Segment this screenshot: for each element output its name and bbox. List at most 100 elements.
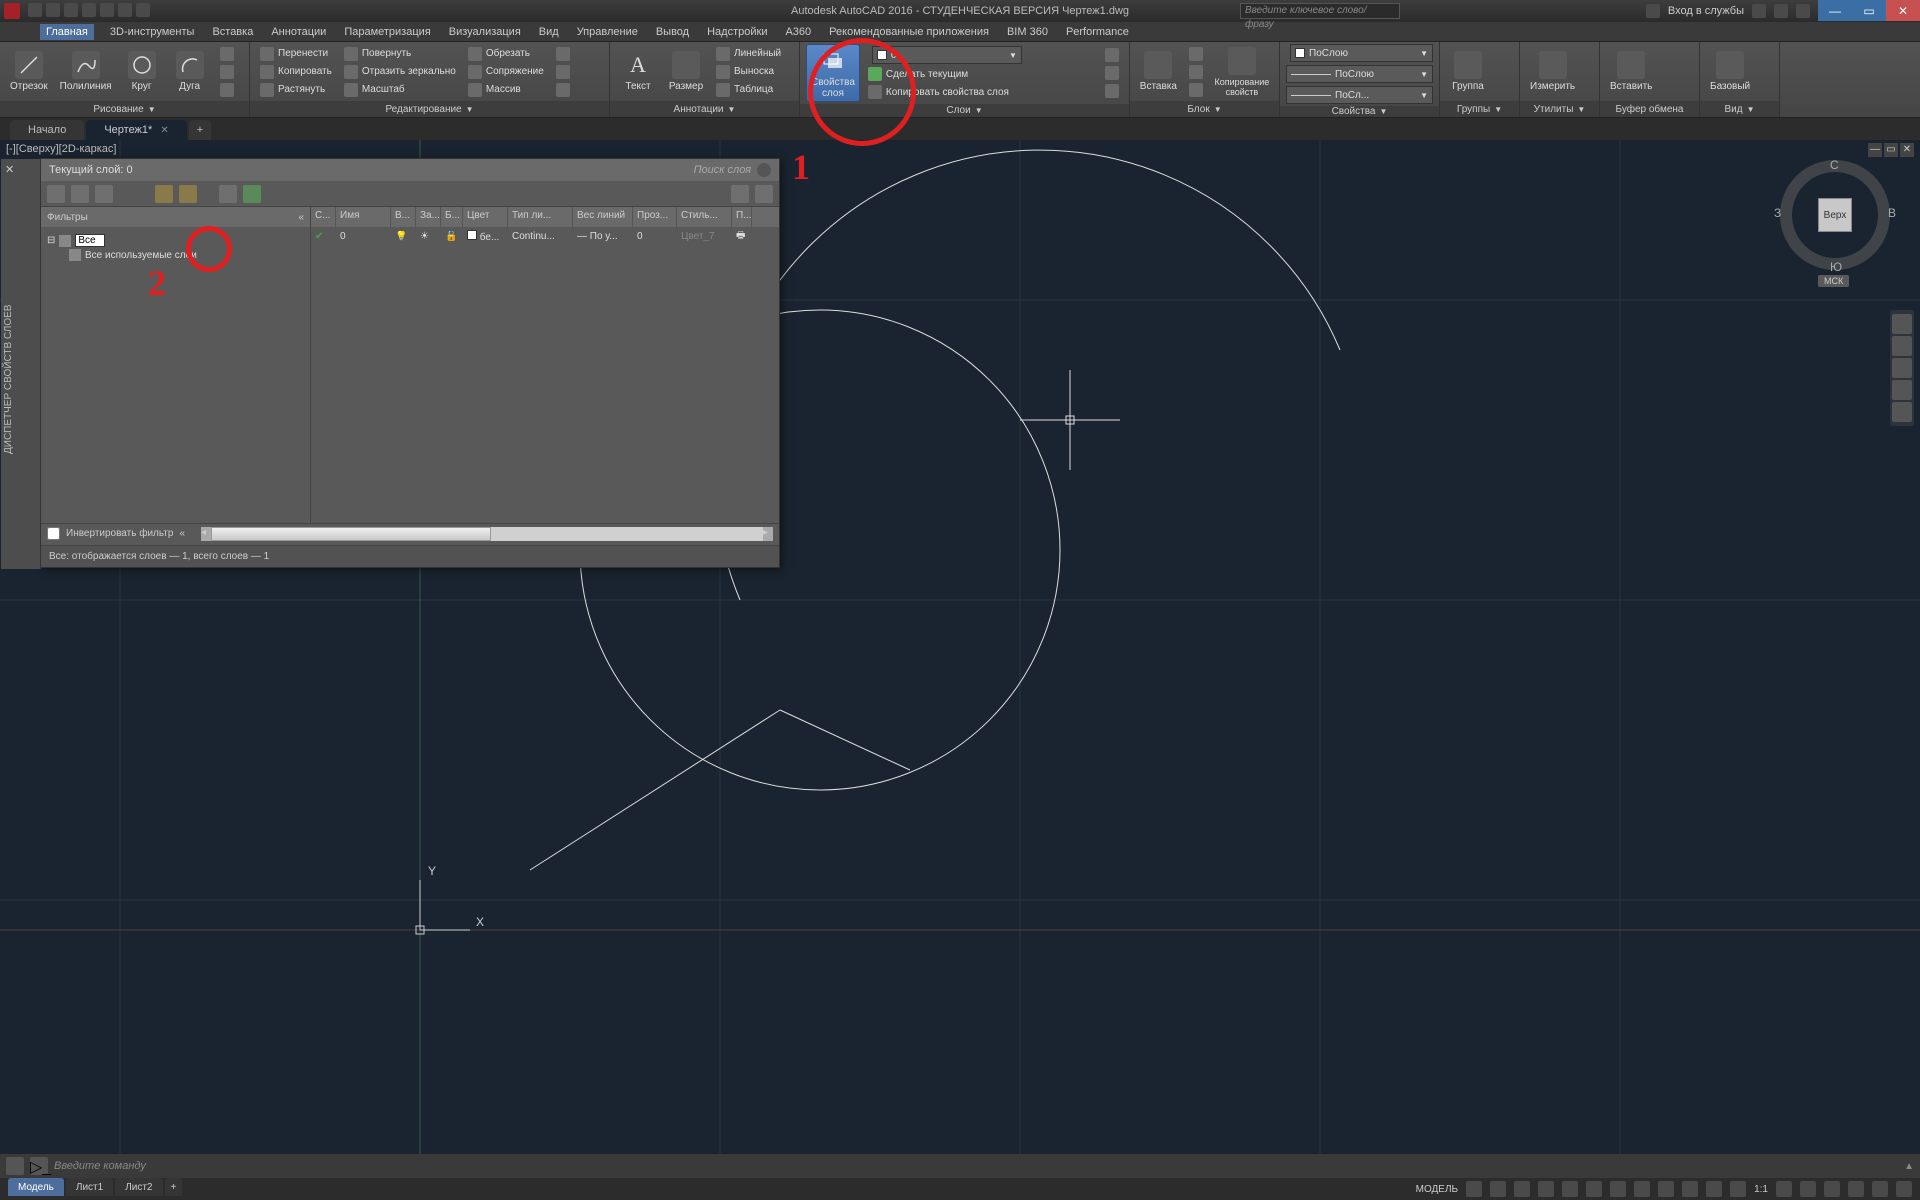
qat-btn[interactable]	[64, 3, 78, 17]
view-cube[interactable]: Верх С Ю В З МСК	[1780, 160, 1890, 270]
qat-btn[interactable]	[82, 3, 96, 17]
status-icon[interactable]	[1466, 1181, 1482, 1197]
status-icon[interactable]	[1872, 1181, 1888, 1197]
status-icon[interactable]	[1490, 1181, 1506, 1197]
tab-bim360[interactable]: BIM 360	[1005, 24, 1050, 40]
set-current-layer-icon[interactable]	[243, 185, 261, 203]
status-icon[interactable]	[1776, 1181, 1792, 1197]
measure-button[interactable]: Измерить	[1526, 49, 1579, 94]
status-icon[interactable]	[1610, 1181, 1626, 1197]
nav-pan-icon[interactable]	[1892, 336, 1912, 356]
lp-close-icon[interactable]: ✕	[5, 163, 14, 176]
status-icon[interactable]	[1706, 1181, 1722, 1197]
status-icon[interactable]	[1658, 1181, 1674, 1197]
color-combo[interactable]: ПоСлою▼	[1290, 44, 1433, 62]
lp-search-input[interactable]: Поиск слоя	[631, 164, 751, 176]
status-icon[interactable]	[1562, 1181, 1578, 1197]
arc-button[interactable]: Дуга	[168, 49, 212, 94]
status-icon[interactable]	[1848, 1181, 1864, 1197]
new-tab-button[interactable]: +	[189, 120, 211, 140]
make-current-button[interactable]: Сделать текущим	[864, 66, 1097, 82]
minimize-button[interactable]: —	[1818, 0, 1852, 21]
nav-showmotion-icon[interactable]	[1892, 402, 1912, 422]
status-icon[interactable]	[1896, 1181, 1912, 1197]
copy-button[interactable]: Копировать	[256, 64, 336, 80]
block-small[interactable]	[1185, 82, 1207, 98]
new-layer-icon[interactable]	[155, 185, 173, 203]
layout-tab-sheet2[interactable]: Лист2	[115, 1178, 162, 1196]
match-properties-button[interactable]: Копирование свойств	[1211, 45, 1273, 99]
model-space-label[interactable]: МОДЕЛЬ	[1416, 1184, 1458, 1195]
command-line[interactable]: ▷_ Введите команду ▲	[0, 1154, 1920, 1178]
scale-button[interactable]: Масштаб	[340, 82, 460, 98]
tab-featured[interactable]: Рекомендованные приложения	[827, 24, 991, 40]
table-button[interactable]: Таблица	[712, 82, 785, 98]
nav-wheel-icon[interactable]	[1892, 314, 1912, 334]
qat-btn[interactable]	[118, 3, 132, 17]
leader-button[interactable]: Выноска	[712, 64, 785, 80]
fillet-button[interactable]: Сопряжение	[464, 64, 548, 80]
collapse-icon[interactable]: «	[298, 212, 304, 223]
qat-btn[interactable]	[28, 3, 42, 17]
layout-tab-model[interactable]: Модель	[8, 1178, 64, 1196]
lp-tb-icon[interactable]	[47, 185, 65, 203]
status-icon[interactable]	[1514, 1181, 1530, 1197]
close-button[interactable]: ✕	[1886, 0, 1920, 21]
layer-small[interactable]	[1101, 65, 1123, 81]
block-small[interactable]	[1185, 46, 1207, 62]
line-button[interactable]: Отрезок	[6, 49, 52, 94]
lineweight-combo[interactable]: ПоСлою▼	[1286, 65, 1433, 83]
delete-layer-icon[interactable]	[219, 185, 237, 203]
status-icon[interactable]	[1538, 1181, 1554, 1197]
group-button[interactable]: Группа	[1446, 49, 1490, 94]
tab-insert[interactable]: Вставка	[210, 24, 255, 40]
base-view-button[interactable]: Базовый	[1706, 49, 1754, 94]
a360-icon[interactable]	[1774, 4, 1788, 18]
layer-properties-button[interactable]: Свойства слоя	[806, 44, 860, 102]
layer-row-0[interactable]: ✔ 0 💡 ☀ 🔓 бе... Continu... — По у... 0 Ц…	[311, 227, 779, 245]
search-icon[interactable]	[757, 163, 771, 177]
search-input[interactable]: Введите ключевое слово/фразу	[1240, 3, 1400, 19]
tab-document[interactable]: Чертеж1*✕	[86, 120, 186, 140]
layout-tab-add[interactable]: +	[165, 1178, 183, 1196]
layout-tab-sheet1[interactable]: Лист1	[66, 1178, 113, 1196]
status-icon[interactable]	[1800, 1181, 1816, 1197]
dimension-button[interactable]: Размер	[664, 49, 708, 94]
close-icon[interactable]: ✕	[160, 125, 168, 136]
modify-small[interactable]	[552, 82, 574, 98]
nav-zoom-icon[interactable]	[1892, 358, 1912, 378]
tree-all-input[interactable]	[75, 234, 105, 247]
layer-small[interactable]	[1101, 47, 1123, 63]
circle-button[interactable]: Круг	[120, 49, 164, 94]
app-icon[interactable]	[4, 3, 20, 19]
modify-small[interactable]	[552, 46, 574, 62]
qat-btn[interactable]	[136, 3, 150, 17]
layer-small[interactable]	[1101, 83, 1123, 99]
trim-button[interactable]: Обрезать	[464, 46, 548, 62]
lp-tb-icon[interactable]	[95, 185, 113, 203]
tab-view[interactable]: Вид	[537, 24, 561, 40]
anno-scale-label[interactable]: 1:1	[1754, 1184, 1768, 1195]
tab-manage[interactable]: Управление	[575, 24, 640, 40]
draw-small[interactable]	[216, 82, 238, 98]
signin-icon[interactable]	[1646, 4, 1660, 18]
layer-combo[interactable]: 0▼	[872, 46, 1022, 64]
signin-label[interactable]: Вход в службы	[1668, 5, 1744, 17]
status-icon[interactable]	[1586, 1181, 1602, 1197]
tab-3d[interactable]: 3D-инструменты	[108, 24, 197, 40]
stretch-button[interactable]: Растянуть	[256, 82, 336, 98]
linear-dim-button[interactable]: Линейный	[712, 46, 785, 62]
status-icon[interactable]	[1682, 1181, 1698, 1197]
draw-small[interactable]	[216, 46, 238, 62]
status-icon[interactable]	[1824, 1181, 1840, 1197]
insert-block-button[interactable]: Вставка	[1136, 49, 1181, 94]
lp-refresh-icon[interactable]	[731, 185, 749, 203]
cmd-history-icon[interactable]	[6, 1157, 24, 1175]
lp-settings-icon[interactable]	[755, 185, 773, 203]
tab-addins[interactable]: Надстройки	[705, 24, 769, 40]
tab-performance[interactable]: Performance	[1064, 24, 1131, 40]
tree-node-all[interactable]: ⊟	[47, 233, 304, 248]
tab-home[interactable]: Главная	[40, 24, 94, 40]
tab-start[interactable]: Начало	[10, 120, 84, 140]
match-layer-button[interactable]: Копировать свойства слоя	[864, 84, 1097, 100]
